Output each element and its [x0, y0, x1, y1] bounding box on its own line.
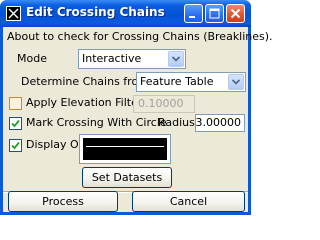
- cancel-button[interactable]: Cancel: [132, 191, 245, 212]
- radius-label: Radius: [158, 116, 195, 129]
- swatch-fill: [83, 138, 167, 160]
- maximize-icon: [209, 8, 220, 19]
- elevation-filter-value: 0.10000: [138, 97, 184, 110]
- close-button[interactable]: [226, 4, 245, 23]
- dialog-body: About to check for Crossing Chains (Brea…: [3, 27, 273, 212]
- radius-value: 3.00000: [195, 116, 242, 129]
- swatch-line: [86, 146, 164, 147]
- symbology-swatch[interactable]: [79, 134, 171, 164]
- chevron-down-icon[interactable]: [228, 74, 244, 90]
- apply-elevation-filter-label: Apply Elevation Filter: [26, 96, 143, 109]
- set-datasets-button[interactable]: Set Datasets: [82, 167, 172, 188]
- mark-crossing-checkbox[interactable]: [9, 117, 22, 130]
- process-button[interactable]: Process: [8, 191, 118, 212]
- chevron-down-icon[interactable]: [168, 51, 184, 67]
- determine-chains-select[interactable]: Feature Table: [136, 72, 246, 92]
- apply-elevation-filter-checkbox[interactable]: [9, 97, 22, 110]
- determine-chains-value: Feature Table: [140, 75, 214, 88]
- title-bar[interactable]: Edit Crossing Chains: [0, 0, 251, 27]
- dialog-window: Edit Crossing Chains About to check for …: [0, 0, 273, 215]
- elevation-filter-field[interactable]: 0.10000: [133, 95, 195, 113]
- maximize-button[interactable]: [205, 4, 224, 23]
- app-icon: [6, 6, 21, 21]
- mode-select[interactable]: Interactive: [78, 49, 186, 69]
- mode-value: Interactive: [82, 52, 142, 65]
- minimize-button[interactable]: [184, 4, 203, 23]
- minimize-icon: [189, 16, 195, 18]
- mode-label: Mode: [17, 52, 47, 65]
- description-text: About to check for Crossing Chains (Brea…: [7, 30, 273, 43]
- close-icon: [230, 8, 241, 19]
- display-only-checkbox[interactable]: [9, 139, 22, 152]
- radius-field[interactable]: 3.00000: [195, 114, 245, 132]
- window-title: Edit Crossing Chains: [26, 5, 165, 19]
- mark-crossing-label: Mark Crossing With Circle: [26, 116, 167, 129]
